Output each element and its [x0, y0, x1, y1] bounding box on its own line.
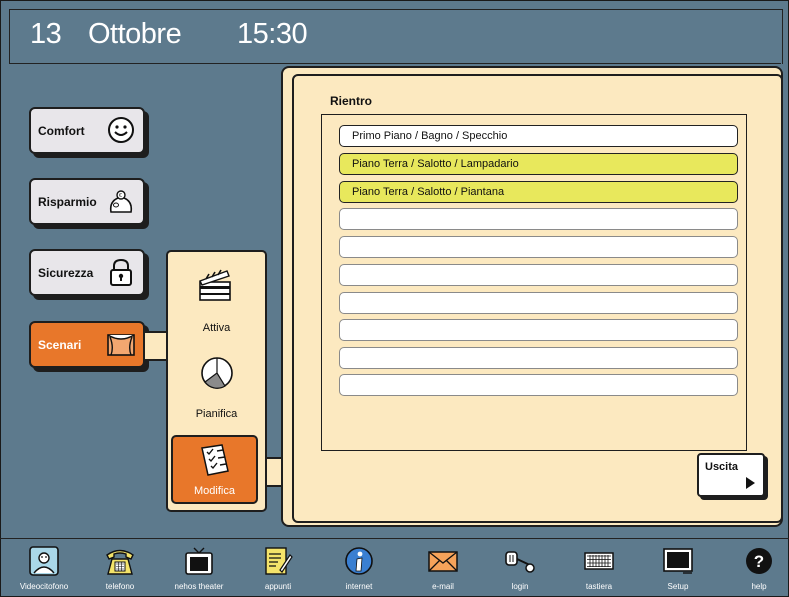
scenario-title: Rientro — [330, 94, 372, 108]
list-item[interactable] — [339, 319, 738, 341]
dock-label: e-mail — [432, 582, 454, 591]
dock-label: internet — [345, 582, 373, 591]
dock-help[interactable]: ? help — [720, 546, 789, 596]
keyboard-icon — [584, 552, 614, 570]
dock-label: telefono — [105, 582, 135, 591]
globe-icon — [345, 547, 373, 575]
list-item[interactable] — [339, 374, 738, 396]
submenu-item-modifica[interactable]: Modifica — [171, 435, 258, 504]
dock-label: login — [511, 582, 529, 591]
dock-label: nehos theater — [174, 582, 224, 591]
help-icon: ? — [746, 548, 772, 574]
sidebar-item-label: Comfort — [38, 124, 85, 138]
clock-time: 15:30 — [237, 18, 308, 50]
list-item[interactable] — [339, 347, 738, 369]
dock-label: help — [751, 582, 767, 591]
dock-tastiera[interactable]: tastiera — [560, 546, 638, 596]
dock-label: appunti — [264, 582, 292, 591]
monitor-icon — [663, 548, 693, 574]
list-item[interactable] — [339, 292, 738, 314]
sidebar-item-label: Risparmio — [38, 195, 97, 209]
dock-login[interactable]: login — [481, 546, 559, 596]
submenu-label-attiva[interactable]: Attiva — [168, 322, 265, 334]
exit-button[interactable]: Uscita — [697, 453, 765, 497]
clapperboard-icon — [199, 269, 231, 301]
tv-icon — [185, 547, 213, 575]
sidebar-item-label: Scenari — [38, 338, 82, 352]
list-item[interactable] — [339, 264, 738, 286]
submenu-label-pianifica[interactable]: Pianifica — [168, 408, 265, 420]
list-item[interactable]: Piano Terra / Salotto / Lampadario — [339, 153, 738, 175]
smiley-icon — [108, 117, 134, 143]
piggy-bank-icon: € — [109, 190, 133, 213]
dock-email[interactable]: e-mail — [404, 546, 482, 596]
dock-setup[interactable]: Setup — [639, 546, 717, 596]
svg-text:€: € — [119, 193, 122, 199]
sidebar-item-comfort[interactable]: Comfort — [29, 107, 145, 154]
list-item[interactable]: Piano Terra / Salotto / Piantana — [339, 181, 738, 203]
sidebar-item-sicurezza[interactable]: Sicurezza — [29, 249, 145, 296]
dock-videocitofono[interactable]: Videocitofono — [5, 546, 83, 596]
checklist-icon — [201, 444, 229, 476]
sidebar-item-scenari[interactable]: Scenari — [29, 321, 145, 368]
notepad-icon — [265, 547, 293, 575]
list-item[interactable] — [339, 236, 738, 258]
dock-internet[interactable]: internet — [320, 546, 398, 596]
padlock-icon — [110, 258, 132, 286]
videointercom-icon — [29, 546, 59, 576]
list-item[interactable]: Primo Piano / Bagno / Specchio — [339, 125, 738, 147]
play-arrow-icon — [746, 477, 755, 489]
dock-appunti[interactable]: appunti — [239, 546, 317, 596]
clock-icon — [201, 357, 233, 389]
submenu-label-modifica: Modifica — [194, 485, 235, 497]
telephone-icon — [106, 549, 134, 575]
svg-text:?: ? — [754, 552, 764, 571]
dock-telefono[interactable]: telefono — [81, 546, 159, 596]
date-month: Ottobre — [88, 18, 182, 50]
exit-button-label: Uscita — [705, 461, 739, 473]
dock-label: Setup — [667, 582, 689, 591]
dock-nehos-theater[interactable]: nehos theater — [160, 546, 238, 596]
header-divider — [9, 63, 781, 64]
sidebar-item-label: Sicurezza — [38, 266, 94, 280]
sidebar-item-risparmio[interactable]: Risparmio € — [29, 178, 145, 225]
dock-label: tastiera — [585, 582, 613, 591]
dock-divider — [0, 538, 789, 539]
theater-curtain-icon — [107, 334, 135, 356]
key-icon — [505, 551, 535, 573]
envelope-icon — [428, 551, 458, 572]
list-item[interactable] — [339, 208, 738, 230]
dock-label: Videocitofono — [19, 582, 69, 591]
date-day: 13 — [30, 18, 62, 50]
